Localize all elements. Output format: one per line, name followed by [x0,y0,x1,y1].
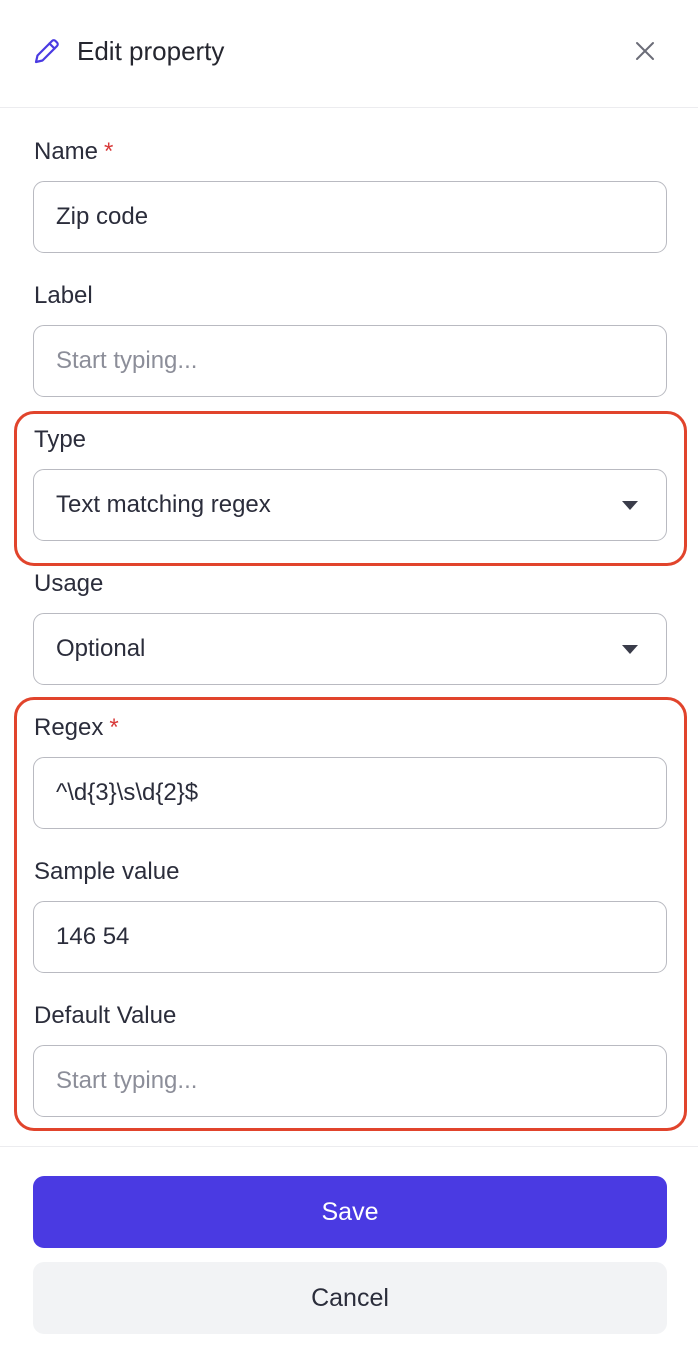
caret-down-icon [622,644,638,654]
name-input[interactable] [33,181,667,253]
required-mark: * [109,714,119,741]
usage-select-value: Optional [56,635,146,662]
caret-down-icon [622,500,638,510]
label-label: Label [34,282,93,309]
label-input[interactable] [33,325,667,397]
sample-value-label: Sample value [34,858,180,885]
usage-label: Usage [34,570,104,597]
default-value-input[interactable] [33,1045,667,1117]
panel-title: Edit property [77,36,225,66]
pencil-icon [32,36,62,66]
type-label: Type [34,426,87,453]
type-select[interactable]: Text matching regex [33,469,667,541]
regex-label: Regex * [34,713,119,743]
close-icon[interactable] [628,34,662,68]
footer-divider [0,1146,698,1147]
sample-value-input[interactable] [33,901,667,973]
cancel-button[interactable]: Cancel [33,1262,667,1334]
type-select-value: Text matching regex [56,491,271,518]
panel-header: Edit property [0,0,698,108]
edit-property-panel: Edit property Name* Label Type Text matc… [0,0,698,1356]
name-label: Name * [34,137,113,167]
regex-label-text: Regex [34,714,104,741]
regex-input[interactable] [33,757,667,829]
default-value-label: Default Value [34,1002,177,1029]
save-button[interactable]: Save [33,1176,667,1248]
required-mark: * [104,138,114,165]
usage-select[interactable]: Optional [33,613,667,685]
name-label-text: Name [34,138,99,165]
